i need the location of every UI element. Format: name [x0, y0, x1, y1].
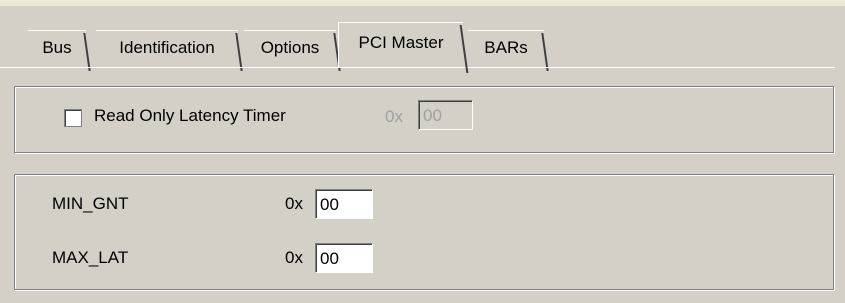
- pci-master-group: MIN_GNT 0x 00 MAX_LAT 0x 00: [14, 174, 834, 290]
- max-lat-field[interactable]: 00: [315, 243, 373, 273]
- read-only-latency-checkbox[interactable]: [64, 109, 82, 127]
- window-top-edge: [0, 0, 845, 6]
- max-lat-label: MAX_LAT: [52, 248, 129, 267]
- tab-strip: Bus Identification Options PCI Master BA…: [14, 22, 834, 67]
- tab-identification[interactable]: Identification: [96, 30, 238, 65]
- max-lat-hex-prefix: 0x: [285, 248, 303, 267]
- latency-timer-field: 00: [418, 100, 473, 130]
- read-only-latency-label: Read Only Latency Timer: [94, 106, 286, 125]
- tab-strip-baseline: [0, 67, 835, 68]
- tab-options[interactable]: Options: [244, 30, 336, 65]
- min-gnt-label: MIN_GNT: [52, 194, 129, 213]
- min-gnt-field[interactable]: 00: [315, 189, 373, 219]
- latency-timer-group: Read Only Latency Timer 0x 00: [14, 86, 834, 153]
- latency-hex-prefix: 0x: [385, 107, 403, 126]
- tab-bus[interactable]: Bus: [28, 30, 86, 65]
- tab-pci-master[interactable]: PCI Master: [338, 22, 463, 67]
- min-gnt-hex-prefix: 0x: [285, 194, 303, 213]
- tab-bars[interactable]: BARs: [468, 30, 544, 65]
